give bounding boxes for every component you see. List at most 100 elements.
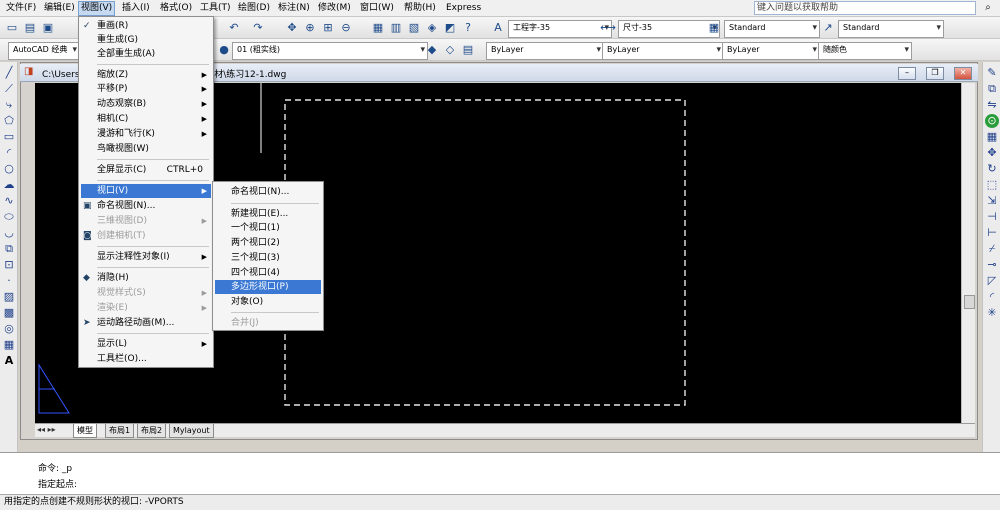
menu-window[interactable]: 窗口(W) [358, 2, 396, 15]
viewports-item-two[interactable]: 两个视口(2) [215, 236, 321, 250]
view-menu-item-walk-fly[interactable]: 漫游和飞行(K) ▶ [81, 127, 211, 141]
markup-icon[interactable]: ◩ [442, 20, 458, 36]
text-style-select[interactable]: 工程字-35 [508, 20, 612, 38]
polyline-icon[interactable]: ⤷ [2, 98, 16, 112]
menu-insert[interactable]: 插入(I) [120, 2, 152, 15]
rotate-icon[interactable]: ↻ [985, 162, 999, 176]
break-icon[interactable]: ⌿ [985, 242, 999, 256]
tab-model[interactable]: 模型 [73, 424, 97, 438]
view-menu-item-toolbars[interactable]: 工具栏(O)... [81, 352, 211, 366]
make-current-icon[interactable]: ◆ [424, 42, 440, 58]
viewports-item-object[interactable]: 对象(O) [215, 295, 321, 309]
color-select[interactable]: ByLayer [486, 42, 604, 60]
make-block-icon[interactable]: ⊡ [2, 258, 16, 272]
properties-icon[interactable]: ▦ [370, 20, 386, 36]
save-icon[interactable]: ▣ [40, 20, 56, 36]
view-menu-item-create-camera[interactable]: ◙ 创建相机(T) [81, 229, 211, 243]
view-menu-item-orbit[interactable]: 动态观察(B) ▶ [81, 97, 211, 111]
viewports-item-new[interactable]: 新建视口(E)... [215, 207, 321, 221]
tool-palettes-icon[interactable]: ▧ [406, 20, 422, 36]
command-window[interactable]: 命令: _p 指定起点: [0, 452, 1000, 494]
view-menu-item-clean-screen[interactable]: 全屏显示(C) CTRL+0 [81, 163, 211, 177]
tab-mylayout[interactable]: Mylayout [169, 424, 214, 438]
move-icon[interactable]: ✥ [985, 146, 999, 160]
command-prompt-line[interactable]: 指定起点: [38, 477, 77, 490]
gradient-icon[interactable]: ▩ [2, 306, 16, 320]
insert-block-icon[interactable]: ⧉ [2, 242, 16, 256]
explode-icon[interactable]: ✳ [985, 306, 999, 320]
view-menu-item-camera[interactable]: 相机(C) ▶ [81, 112, 211, 126]
region-icon[interactable]: ◎ [2, 322, 16, 336]
erase-icon[interactable]: ✎ [985, 66, 999, 80]
ellipse-icon[interactable]: ⬭ [2, 210, 16, 224]
viewports-item-four[interactable]: 四个视口(4) [215, 266, 321, 280]
view-menu-item-motion-path[interactable]: ➤ 运动路径动画(M)... [81, 316, 211, 330]
chamfer-icon[interactable]: ◸ [985, 274, 999, 288]
arc-icon[interactable]: ◜ [2, 146, 16, 160]
view-menu-item-3d-views[interactable]: 三维视图(D) ▶ [81, 214, 211, 228]
tab-layout1[interactable]: 布局1 [105, 424, 135, 438]
view-menu-item-show-annotative[interactable]: 显示注释性对象(I) ▶ [81, 250, 211, 264]
point-icon[interactable]: · [2, 274, 16, 288]
view-menu-item-display[interactable]: 显示(L) ▶ [81, 337, 211, 351]
menu-view[interactable]: 视图(V) [78, 1, 116, 16]
view-menu-item-render[interactable]: 渲染(E) ▶ [81, 301, 211, 315]
layer-previous-icon[interactable]: ◇ [442, 42, 458, 58]
revcloud-icon[interactable]: ☁ [2, 178, 16, 192]
mleader-style-select[interactable]: Standard [838, 20, 944, 38]
close-icon[interactable]: ✕ [954, 67, 972, 80]
trim-icon[interactable]: ⊣ [985, 210, 999, 224]
mtext-icon[interactable]: A [2, 354, 16, 368]
view-menu-item-named-views[interactable]: ▣ 命名视图(N)... [81, 199, 211, 213]
table-icon[interactable]: ▦ [2, 338, 16, 352]
menu-modify[interactable]: 修改(M) [316, 2, 353, 15]
viewports-item-polygonal[interactable]: 多边形视口(P) [215, 280, 321, 294]
join-icon[interactable]: ⊸ [985, 258, 999, 272]
mirror-icon[interactable]: ⇋ [985, 98, 999, 112]
layer-select[interactable]: 01 (粗实线) [232, 42, 428, 60]
plot-style-select[interactable]: 随颜色 [818, 42, 912, 60]
ellipse-arc-icon[interactable]: ◡ [2, 226, 16, 240]
undo-icon[interactable]: ↶ [226, 20, 242, 36]
help-search-input[interactable]: 键入问题以获取帮助 [754, 1, 976, 15]
menu-tools[interactable]: 工具(T) [198, 2, 233, 15]
viewports-item-named[interactable]: 命名视口(N)... [215, 185, 321, 199]
view-menu-item-hide[interactable]: ◆ 消隐(H) [81, 271, 211, 285]
menu-draw[interactable]: 绘图(D) [236, 2, 272, 15]
layer-manager-icon[interactable]: ▤ [460, 42, 476, 58]
view-menu-item-pan[interactable]: 平移(P) ▶ [81, 82, 211, 96]
viewports-item-three[interactable]: 三个视口(3) [215, 251, 321, 265]
pan-icon[interactable]: ✥ [284, 20, 300, 36]
menu-edit[interactable]: 编辑(E) [42, 2, 77, 15]
polygon-icon[interactable]: ⬠ [2, 114, 16, 128]
menu-format[interactable]: 格式(O) [158, 2, 194, 15]
sheet-set-icon[interactable]: ◈ [424, 20, 440, 36]
zoom-window-icon[interactable]: ⊞ [320, 20, 336, 36]
spline-icon[interactable]: ∿ [2, 194, 16, 208]
workspace-select[interactable]: AutoCAD 经典 [8, 42, 80, 60]
scroll-thumb[interactable] [964, 295, 975, 309]
minimize-icon[interactable]: – [898, 67, 916, 80]
menu-dimension[interactable]: 标注(N) [276, 2, 312, 15]
offset-icon[interactable]: ⊙ [985, 114, 999, 128]
menu-file[interactable]: 文件(F) [4, 2, 38, 15]
hatch-icon[interactable]: ▨ [2, 290, 16, 304]
view-menu-item-redraw[interactable]: ✓ 重画(R) [81, 19, 211, 33]
view-menu-item-visual-styles[interactable]: 视觉样式(S) ▶ [81, 286, 211, 300]
vertical-scrollbar[interactable] [961, 83, 975, 423]
viewports-item-join[interactable]: 合并(J) [215, 316, 321, 330]
view-menu-item-aerial-view[interactable]: 鸟瞰视图(W) [81, 142, 211, 156]
menu-help[interactable]: 帮助(H) [402, 2, 438, 15]
tab-layout2[interactable]: 布局2 [137, 424, 167, 438]
open-icon[interactable]: ▤ [22, 20, 38, 36]
zoom-realtime-icon[interactable]: ⊕ [302, 20, 318, 36]
new-icon[interactable]: ▭ [4, 20, 20, 36]
view-menu-item-viewports[interactable]: 视口(V) ▶ [81, 184, 211, 198]
copy-icon[interactable]: ⧉ [985, 82, 999, 96]
linetype-select[interactable]: ByLayer [602, 42, 724, 60]
tab-nav-arrows[interactable]: ◂◂ ▸▸ [37, 425, 56, 434]
zoom-previous-icon[interactable]: ⊖ [338, 20, 354, 36]
rectangle-icon[interactable]: ▭ [2, 130, 16, 144]
array-icon[interactable]: ▦ [985, 130, 999, 144]
stretch-icon[interactable]: ⇲ [985, 194, 999, 208]
